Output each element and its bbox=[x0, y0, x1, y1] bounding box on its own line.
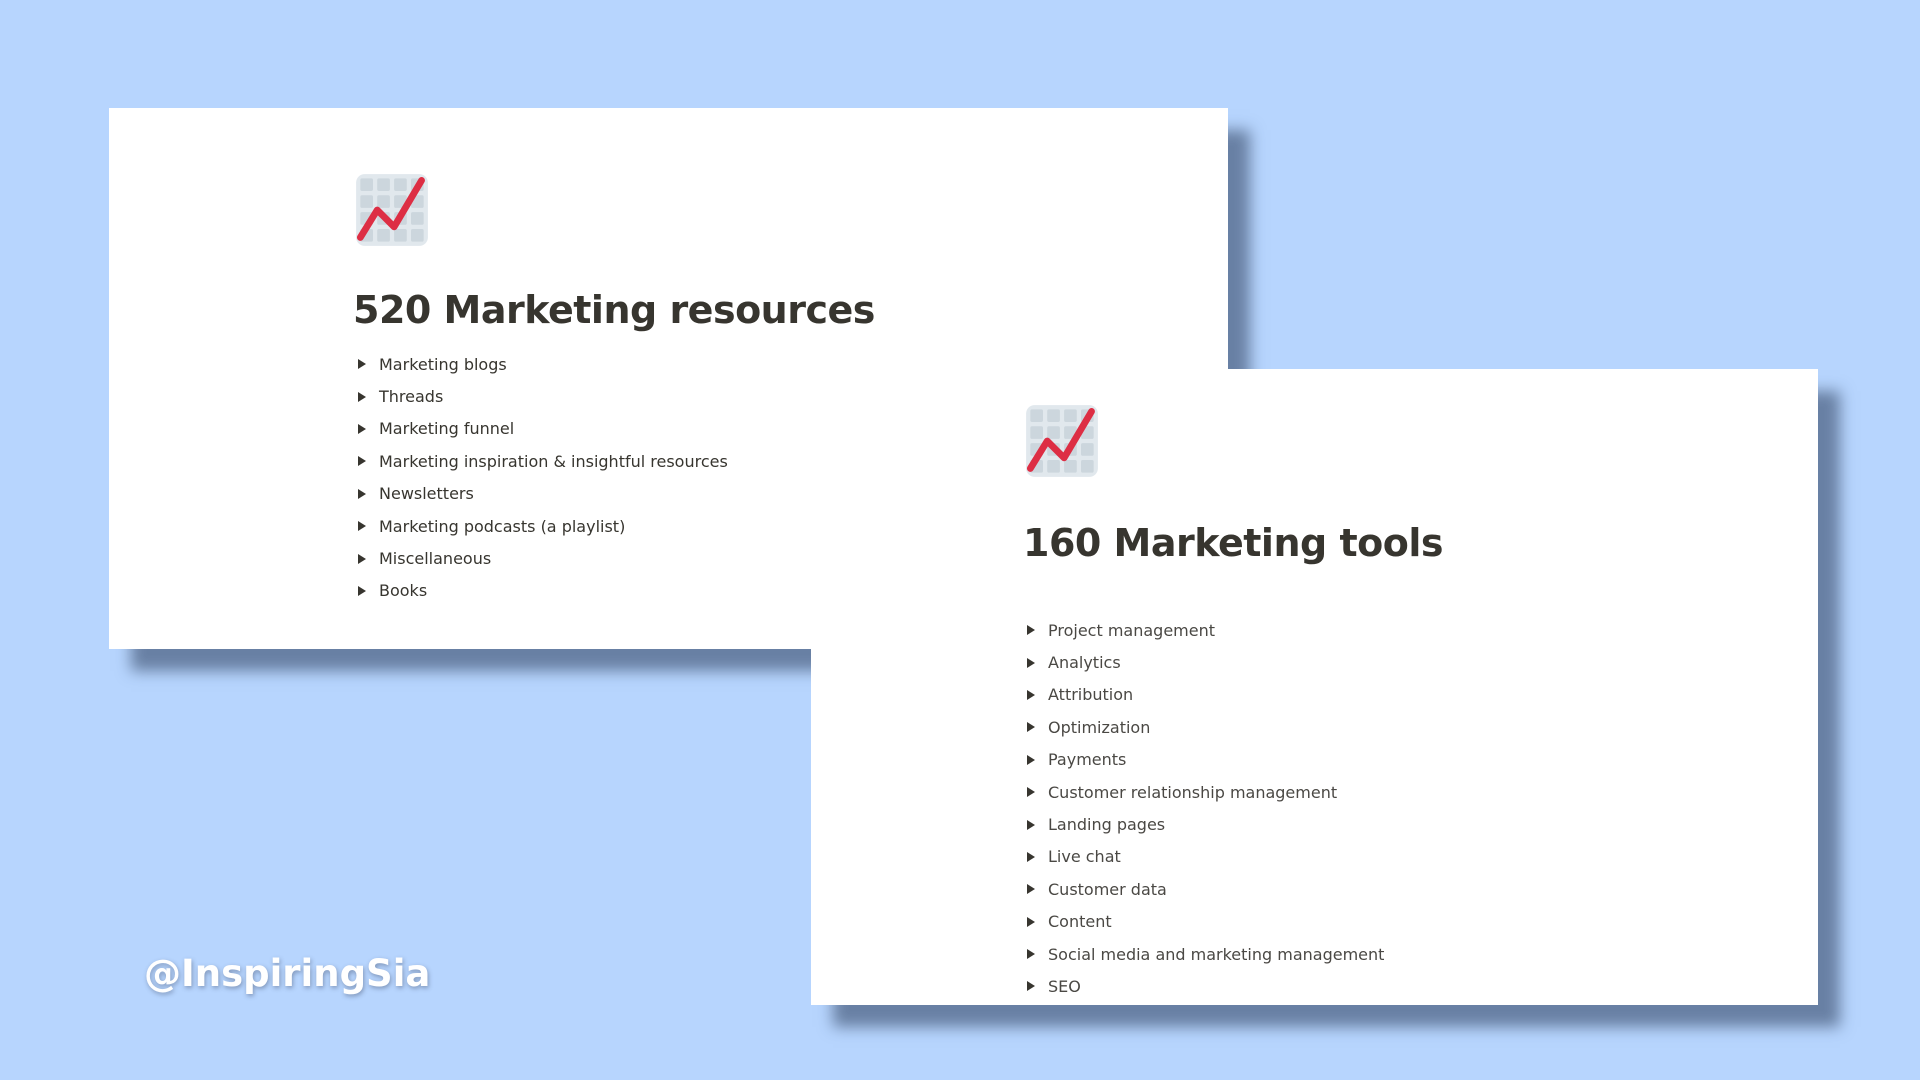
toggle-arrow-icon[interactable] bbox=[1027, 819, 1035, 830]
toggle-item-content[interactable]: Content bbox=[1025, 906, 1384, 938]
toggle-item-landing-pages[interactable]: Landing pages bbox=[1025, 808, 1384, 840]
toggle-item-threads[interactable]: Threads bbox=[356, 380, 728, 412]
toggle-item-books[interactable]: Books bbox=[356, 575, 728, 607]
toggle-label: Newsletters bbox=[379, 484, 474, 504]
toggle-label: Customer data bbox=[1048, 879, 1167, 899]
toggle-item-live-chat[interactable]: Live chat bbox=[1025, 841, 1384, 873]
toggle-item-attribution[interactable]: Attribution bbox=[1025, 679, 1384, 711]
toggle-arrow-icon[interactable] bbox=[358, 553, 366, 564]
toggle-label: Social media and marketing management bbox=[1048, 944, 1385, 964]
toggle-label: Marketing podcasts (a playlist) bbox=[379, 516, 626, 536]
toggle-arrow-icon[interactable] bbox=[358, 456, 366, 467]
toggle-arrow-icon[interactable] bbox=[1027, 787, 1035, 798]
toggle-item-newsletters[interactable]: Newsletters bbox=[356, 478, 728, 510]
toggle-arrow-icon[interactable] bbox=[1027, 884, 1035, 895]
toggle-arrow-icon[interactable] bbox=[1027, 916, 1035, 927]
toggle-label: Project management bbox=[1048, 620, 1216, 640]
toggle-label: Attribution bbox=[1048, 685, 1134, 705]
toggle-label: Miscellaneous bbox=[379, 549, 492, 569]
toggle-label: Marketing funnel bbox=[379, 419, 515, 439]
toggle-arrow-icon[interactable] bbox=[1027, 722, 1035, 733]
toggle-label: Payments bbox=[1048, 750, 1127, 770]
toggle-arrow-icon[interactable] bbox=[1027, 625, 1035, 636]
toggle-item-project-management[interactable]: Project management bbox=[1025, 614, 1384, 646]
toggle-label: Optimization bbox=[1048, 717, 1151, 737]
toggle-label: Live chat bbox=[1048, 847, 1121, 867]
watermark: @InspiringSia bbox=[144, 952, 431, 995]
toggle-item-payments[interactable]: Payments bbox=[1025, 744, 1384, 776]
toggle-item-customer-data[interactable]: Customer data bbox=[1025, 873, 1384, 905]
toggle-label: Content bbox=[1048, 912, 1112, 932]
toggle-label: Customer relationship management bbox=[1048, 782, 1338, 802]
toggle-arrow-icon[interactable] bbox=[358, 359, 366, 370]
toggle-item-social-media[interactable]: Social media and marketing management bbox=[1025, 938, 1384, 970]
toggle-label: Marketing blogs bbox=[379, 354, 507, 374]
toggle-item-crm[interactable]: Customer relationship management bbox=[1025, 776, 1384, 808]
chart-increasing-icon[interactable] bbox=[354, 172, 430, 248]
toggle-item-marketing-inspiration[interactable]: Marketing inspiration & insightful resou… bbox=[356, 445, 728, 477]
toggle-arrow-icon[interactable] bbox=[358, 488, 366, 499]
toggle-label: SEO bbox=[1048, 976, 1081, 996]
toggle-list: Marketing blogs Threads Marketing funnel… bbox=[356, 348, 728, 607]
toggle-arrow-icon[interactable] bbox=[1027, 754, 1035, 765]
tools-page-card: 160 Marketing tools Project management A… bbox=[811, 369, 1818, 1005]
toggle-item-marketing-funnel[interactable]: Marketing funnel bbox=[356, 413, 728, 445]
toggle-arrow-icon[interactable] bbox=[1027, 851, 1035, 862]
toggle-item-seo[interactable]: SEO bbox=[1025, 970, 1384, 1002]
toggle-arrow-icon[interactable] bbox=[358, 585, 366, 596]
toggle-item-marketing-podcasts[interactable]: Marketing podcasts (a playlist) bbox=[356, 510, 728, 542]
page-title: 520 Marketing resources bbox=[353, 288, 875, 332]
chart-increasing-icon[interactable] bbox=[1024, 403, 1100, 479]
toggle-arrow-icon[interactable] bbox=[1027, 981, 1035, 992]
toggle-item-miscellaneous[interactable]: Miscellaneous bbox=[356, 542, 728, 574]
toggle-label: Marketing inspiration & insightful resou… bbox=[379, 451, 728, 471]
toggle-arrow-icon[interactable] bbox=[1027, 949, 1035, 960]
toggle-arrow-icon[interactable] bbox=[358, 391, 366, 402]
toggle-arrow-icon[interactable] bbox=[358, 521, 366, 532]
toggle-label: Books bbox=[379, 581, 428, 601]
toggle-arrow-icon[interactable] bbox=[1027, 689, 1035, 700]
toggle-arrow-icon[interactable] bbox=[358, 423, 366, 434]
toggle-arrow-icon[interactable] bbox=[1027, 657, 1035, 668]
toggle-label: Threads bbox=[379, 387, 444, 407]
toggle-item-analytics[interactable]: Analytics bbox=[1025, 646, 1384, 678]
toggle-label: Landing pages bbox=[1048, 815, 1166, 835]
toggle-label: Analytics bbox=[1048, 653, 1121, 673]
toggle-item-optimization[interactable]: Optimization bbox=[1025, 711, 1384, 743]
toggle-item-marketing-blogs[interactable]: Marketing blogs bbox=[356, 348, 728, 380]
page-title: 160 Marketing tools bbox=[1023, 521, 1443, 565]
toggle-list: Project management Analytics Attribution… bbox=[1025, 614, 1384, 1003]
